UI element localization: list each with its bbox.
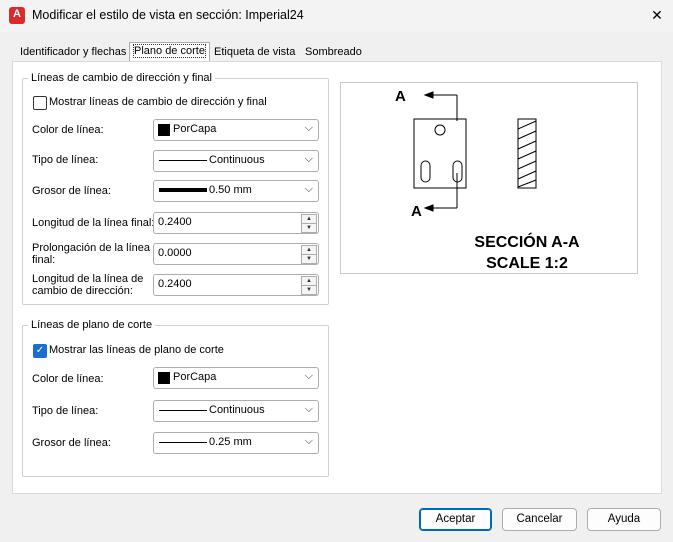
autocad-app-icon: A bbox=[9, 7, 25, 24]
line-weight-sample bbox=[159, 188, 207, 192]
line-sample bbox=[159, 160, 207, 161]
preview-caption-scale: SCALE 1:2 bbox=[486, 255, 568, 272]
part-slot-left bbox=[420, 160, 431, 183]
line-color-dropdown[interactable]: PorCapa ⌵ bbox=[153, 119, 319, 141]
show-jog-lines-label: Mostrar líneas de cambio de dirección y … bbox=[49, 96, 267, 108]
accept-button[interactable]: Aceptar bbox=[419, 508, 492, 531]
tab-plano-de-corte[interactable]: Plano de corte bbox=[129, 42, 210, 61]
section-hatching bbox=[517, 120, 537, 188]
preview-label-a-top: A bbox=[395, 88, 406, 105]
line-weight-label: Grosor de línea: bbox=[32, 185, 111, 197]
chevron-down-icon: ⌵ bbox=[304, 403, 313, 415]
cp-line-color-dropdown[interactable]: PorCapa ⌵ bbox=[153, 367, 319, 389]
tab-etiqueta[interactable]: Etiqueta de vista bbox=[210, 44, 299, 61]
line-weight-dropdown[interactable]: 0.50 mm ⌵ bbox=[153, 180, 319, 202]
show-cutting-plane-checkbox[interactable]: ✓ bbox=[33, 344, 47, 358]
chevron-down-icon: ⌵ bbox=[304, 435, 313, 447]
end-length-field[interactable]: 0.2400 ▲ ▼ bbox=[153, 212, 319, 234]
cancel-button[interactable]: Cancelar bbox=[502, 508, 577, 531]
preview-caption-title: SECCIÓN A-A bbox=[474, 232, 580, 251]
tab-sombreado[interactable]: Sombreado bbox=[301, 44, 366, 61]
close-icon[interactable]: ✕ bbox=[646, 4, 668, 26]
cp-line-weight-label: Grosor de línea: bbox=[32, 437, 111, 449]
line-type-label: Tipo de línea: bbox=[32, 154, 99, 166]
cp-line-weight-dropdown[interactable]: 0.25 mm ⌵ bbox=[153, 432, 319, 454]
top-arrowhead bbox=[423, 91, 434, 99]
line-sample bbox=[159, 410, 207, 411]
chevron-down-icon: ⌵ bbox=[304, 183, 313, 195]
line-weight-sample bbox=[159, 442, 207, 443]
section-preview-drawing: A A SECCIÓN A-A SCALE 1:2 bbox=[395, 88, 580, 272]
tab-identificador[interactable]: Identificador y flechas bbox=[16, 44, 130, 61]
preview-label-a-bottom: A bbox=[411, 203, 422, 220]
spin-down-icon[interactable]: ▼ bbox=[301, 223, 317, 233]
group-plano-corte-legend: Líneas de plano de corte bbox=[28, 319, 156, 331]
help-button[interactable]: Ayuda bbox=[587, 508, 661, 531]
chevron-down-icon: ⌵ bbox=[304, 370, 313, 382]
group-cambio-direccion-legend: Líneas de cambio de dirección y final bbox=[28, 72, 215, 84]
jog-length-label: Longitud de la línea de cambio de direcci… bbox=[32, 273, 144, 297]
chevron-down-icon: ⌵ bbox=[304, 122, 313, 134]
chevron-down-icon: ⌵ bbox=[304, 153, 313, 165]
cp-line-type-dropdown[interactable]: Continuous ⌵ bbox=[153, 400, 319, 422]
spin-down-icon[interactable]: ▼ bbox=[301, 285, 317, 295]
extension-label: Prolongación de la línea final: bbox=[32, 242, 151, 266]
cp-line-color-label: Color de línea: bbox=[32, 373, 104, 385]
jog-length-field[interactable]: 0.2400 ▲ ▼ bbox=[153, 274, 319, 296]
bottom-arrowhead bbox=[423, 204, 434, 212]
part-outline bbox=[413, 118, 467, 189]
cp-line-type-label: Tipo de línea: bbox=[32, 405, 99, 417]
show-cutting-plane-label: Mostrar las líneas de plano de corte bbox=[49, 344, 224, 356]
extension-field[interactable]: 0.0000 ▲ ▼ bbox=[153, 243, 319, 265]
end-length-label: Longitud de la línea final: bbox=[32, 217, 155, 229]
line-color-label: Color de línea: bbox=[32, 124, 104, 136]
section-preview: A A SECCIÓN A-A SCALE 1:2 bbox=[340, 82, 638, 274]
spin-down-icon[interactable]: ▼ bbox=[301, 254, 317, 264]
part-hole bbox=[434, 124, 446, 136]
line-type-dropdown[interactable]: Continuous ⌵ bbox=[153, 150, 319, 172]
color-swatch bbox=[158, 372, 170, 384]
color-swatch bbox=[158, 124, 170, 136]
window-title: Modificar el estilo de vista en sección:… bbox=[32, 8, 304, 22]
show-jog-lines-checkbox[interactable] bbox=[33, 96, 47, 110]
